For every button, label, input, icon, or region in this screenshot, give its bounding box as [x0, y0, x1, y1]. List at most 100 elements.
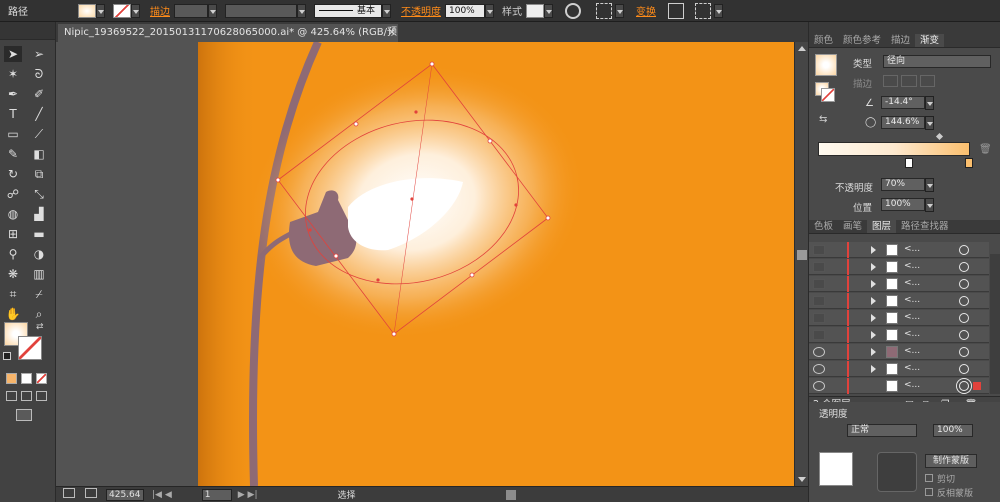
layer-row[interactable]: <... [809, 293, 989, 309]
pen-tool-icon[interactable]: ✒ [4, 86, 22, 102]
panel-menu-icon[interactable] [980, 3, 990, 19]
target-icon[interactable] [959, 330, 969, 340]
make-mask-button[interactable]: 制作蒙版 [925, 454, 977, 468]
midpoint-diamond-icon[interactable] [935, 132, 944, 141]
variable-width-profile[interactable] [225, 3, 297, 18]
layers-scrollbar[interactable] [990, 254, 1000, 394]
arrange-dropdown[interactable] [714, 3, 723, 18]
gradient-aspect-field[interactable]: 144.6% [881, 116, 925, 129]
tools-panel-header[interactable] [0, 22, 55, 40]
line-tool-icon[interactable]: ╱ [30, 106, 48, 122]
opacity-field[interactable]: 100% [445, 3, 485, 18]
style-dropdown[interactable] [544, 3, 553, 18]
stroke-weight-field[interactable] [174, 3, 208, 18]
selection-tool-icon[interactable]: ➤ [4, 46, 22, 62]
expand-icon[interactable] [871, 280, 876, 288]
vertical-scrollbar[interactable] [794, 42, 808, 486]
expand-icon[interactable] [871, 331, 876, 339]
invert-mask-checkbox[interactable] [925, 488, 933, 496]
transparency-opacity-field[interactable]: 100% [933, 424, 973, 437]
artboard-tool-icon[interactable]: ⌗ [4, 286, 22, 302]
opacity-dropdown[interactable] [485, 3, 494, 18]
hand-tool-icon[interactable]: ✋ [4, 306, 22, 322]
layer-name[interactable]: <... [904, 278, 920, 288]
delete-stop-icon[interactable]: 🗑 [979, 144, 992, 155]
slice-icon[interactable]: ⌿ [30, 286, 48, 302]
pencil-icon[interactable]: ✎ [4, 146, 22, 162]
stroke-label[interactable]: 描边 [150, 3, 170, 18]
gradient-type-select[interactable]: 径向 [883, 55, 991, 68]
scroll-down-icon[interactable] [798, 477, 806, 482]
share-icon[interactable] [85, 488, 97, 498]
gradient-slider[interactable] [818, 142, 970, 156]
isolate-icon[interactable] [668, 2, 684, 19]
layer-name[interactable]: <... [904, 346, 920, 356]
layer-row[interactable]: <... [809, 361, 989, 377]
stroke-swatch[interactable] [113, 3, 131, 18]
blend-mode-select[interactable]: 正常 [847, 424, 917, 437]
column-graph-icon[interactable]: ▥ [30, 266, 48, 282]
blend-icon[interactable]: ◑ [30, 246, 48, 262]
layer-row[interactable]: <... [809, 259, 989, 275]
artboard[interactable] [198, 42, 794, 486]
expand-icon[interactable] [871, 348, 876, 356]
visibility-toggle[interactable] [813, 330, 825, 340]
free-transform-icon[interactable]: ⤡ [30, 186, 48, 202]
layer-row-selected[interactable]: <... [809, 378, 989, 394]
curvature-icon[interactable]: ✐ [30, 86, 48, 102]
layer-row[interactable]: <... [809, 327, 989, 343]
visibility-toggle[interactable] [813, 262, 825, 272]
rectangle-tool-icon[interactable]: ▭ [4, 126, 22, 142]
symbol-sprayer-icon[interactable]: ❋ [4, 266, 22, 282]
warp-icon[interactable]: ☍ [4, 186, 22, 202]
opacity-label[interactable]: 不透明度 [401, 3, 441, 18]
reverse-gradient-icon[interactable]: ⇆ [819, 114, 827, 125]
canvas-area[interactable] [56, 42, 794, 486]
draw-normal-icon[interactable] [6, 391, 17, 401]
eye-icon[interactable] [813, 364, 825, 374]
graphic-style-swatch[interactable] [526, 3, 544, 18]
target-icon[interactable] [959, 262, 969, 272]
angle-dropdown[interactable] [925, 96, 934, 110]
gradient-stroke-proxy[interactable] [821, 88, 835, 102]
target-icon[interactable] [959, 381, 969, 391]
layer-name[interactable]: <... [904, 295, 920, 305]
stroke-across-icon[interactable] [919, 75, 935, 87]
document-tab[interactable]: Nipic_19369522_20150131170628065000.ai* … [58, 24, 398, 56]
gradient-opacity-dropdown[interactable] [925, 178, 934, 192]
eye-icon[interactable] [813, 347, 825, 357]
eye-icon[interactable] [813, 381, 825, 391]
target-icon[interactable] [959, 364, 969, 374]
fill-dropdown[interactable] [96, 3, 105, 18]
scroll-up-icon[interactable] [798, 46, 806, 51]
gradient-preview-swatch[interactable] [815, 54, 837, 76]
artboard-number-field[interactable]: 1 [201, 488, 232, 501]
clip-checkbox[interactable] [925, 474, 933, 482]
none-mode-icon[interactable] [36, 373, 47, 384]
gradient-mode-icon[interactable] [21, 373, 32, 384]
selection-indicator[interactable] [973, 382, 981, 390]
target-icon[interactable] [959, 279, 969, 289]
layer-name[interactable]: <... [904, 312, 920, 322]
rotate-icon[interactable]: ↻ [4, 166, 22, 182]
direct-selection-tool-icon[interactable]: ➢ [30, 46, 48, 62]
layer-name[interactable]: <... [904, 329, 920, 339]
target-icon[interactable] [959, 296, 969, 306]
stroke-dropdown[interactable] [131, 3, 140, 18]
aspect-dropdown[interactable] [925, 116, 934, 130]
layer-name[interactable]: <... [904, 261, 920, 271]
prev-artboard-icon[interactable]: |◀ ◀ [152, 490, 172, 500]
view-options-icon[interactable] [63, 488, 75, 498]
screen-mode-icon[interactable] [16, 409, 32, 421]
draw-inside-icon[interactable] [36, 391, 47, 401]
visibility-toggle[interactable] [813, 279, 825, 289]
tab-swatches[interactable]: 色板 [809, 220, 838, 233]
shape-builder-icon[interactable]: ◍ [4, 206, 22, 222]
magic-wand-icon[interactable]: ✶ [4, 66, 22, 82]
recolor-artwork-icon[interactable] [565, 2, 581, 19]
color-mode-icon[interactable] [6, 373, 17, 384]
target-icon[interactable] [959, 347, 969, 357]
gradient-stop-right[interactable] [965, 158, 973, 168]
align-icon[interactable] [596, 2, 612, 19]
target-icon[interactable] [959, 245, 969, 255]
